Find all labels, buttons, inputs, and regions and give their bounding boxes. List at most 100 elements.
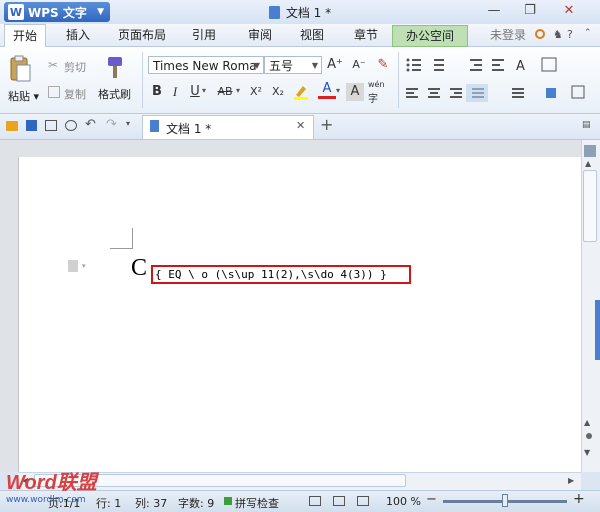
refresh-icon[interactable] xyxy=(535,29,545,39)
menu-tabs: 开始 插入 页面布局 引用 审阅 视图 章节 办公空间 未登录 ♞ ? ⌃ xyxy=(0,24,600,47)
border-button[interactable] xyxy=(570,84,588,102)
field-code[interactable]: { EQ \ o (\s\up 11(2),\s\do 4(3)) } xyxy=(151,265,411,284)
tab-office-space[interactable]: 办公空间 xyxy=(392,25,468,47)
undo-icon[interactable]: ↶ xyxy=(85,117,96,132)
decrease-indent-button[interactable] xyxy=(468,56,486,74)
bullet-list-button[interactable] xyxy=(404,56,424,74)
zoom-out-button[interactable]: − xyxy=(426,492,437,507)
open-folder-icon[interactable] xyxy=(6,121,18,131)
divider xyxy=(142,52,143,108)
italic-button[interactable]: I xyxy=(166,83,184,101)
window-title: 文档 1 * xyxy=(0,4,600,21)
pinyin-char-icon: 字 xyxy=(368,94,378,105)
chevron-down-icon[interactable]: ▾ xyxy=(336,86,340,95)
previous-page-icon[interactable]: ▲ xyxy=(584,418,590,427)
page-view-icon[interactable] xyxy=(309,496,321,506)
outline-view-icon[interactable] xyxy=(333,496,345,506)
zoom-slider-thumb[interactable] xyxy=(502,494,508,507)
numbered-list-button[interactable] xyxy=(432,56,452,74)
close-tab-icon[interactable]: ✕ xyxy=(296,119,305,132)
divider xyxy=(398,52,399,108)
subscript-button[interactable]: X₂ xyxy=(268,83,288,101)
shading-button[interactable] xyxy=(542,84,562,102)
watermark: Word联盟 www.wordlm.com xyxy=(6,466,106,511)
spell-check-icon xyxy=(224,497,232,505)
close-button[interactable]: ✕ xyxy=(560,3,578,19)
copy-icon xyxy=(48,86,60,98)
table-icon[interactable] xyxy=(540,56,558,74)
paste-icon xyxy=(8,55,32,83)
save-icon[interactable] xyxy=(26,120,37,131)
format-painter-icon xyxy=(104,55,126,81)
char-shading-button[interactable]: A xyxy=(346,83,364,101)
tab-chapter[interactable]: 章节 xyxy=(346,24,386,46)
tab-review[interactable]: 审阅 xyxy=(240,24,280,46)
format-painter-button[interactable]: 格式刷 xyxy=(98,86,131,102)
document-text: C xyxy=(131,255,148,281)
clear-format-icon[interactable]: ✎ xyxy=(374,56,392,74)
scissors-icon: ✂ xyxy=(48,58,59,72)
watermark-brand: Word联盟 xyxy=(6,472,97,494)
browse-object-icon[interactable] xyxy=(586,433,592,439)
document-tab-label: 文档 1 * xyxy=(166,122,212,136)
tab-page-layout[interactable]: 页面布局 xyxy=(112,24,172,46)
next-page-icon[interactable]: ▼ xyxy=(584,448,590,457)
title-bar: W WPS 文字 ▼ 文档 1 * — ❐ ✕ xyxy=(0,0,600,24)
copy-button[interactable]: 复制 xyxy=(64,86,86,102)
document-page[interactable] xyxy=(18,157,582,472)
web-view-icon[interactable] xyxy=(357,496,369,506)
paste-button[interactable]: 粘贴 ▾ xyxy=(8,88,39,104)
tab-references[interactable]: 引用 xyxy=(184,24,224,46)
ruler-toggle-icon[interactable] xyxy=(584,145,596,157)
column-number: 列: 37 xyxy=(135,497,168,510)
grow-font-button[interactable]: A⁺ xyxy=(326,56,344,74)
increase-indent-button[interactable] xyxy=(490,56,508,74)
chevron-down-icon[interactable]: ▾ xyxy=(126,119,130,128)
side-panel-tab[interactable] xyxy=(595,300,600,360)
shirt-icon[interactable]: ♞ xyxy=(553,28,563,41)
margin-marker xyxy=(110,228,133,249)
help-icon[interactable]: ? xyxy=(567,28,573,41)
scroll-up-icon[interactable]: ▲ xyxy=(585,159,591,168)
align-center-button[interactable] xyxy=(428,84,446,102)
chevron-down-icon[interactable]: ▾ xyxy=(236,86,240,95)
paragraph-icon[interactable] xyxy=(68,260,78,272)
redo-icon[interactable]: ↷ xyxy=(106,117,117,132)
text-direction-button[interactable] xyxy=(512,56,534,74)
chevron-down-icon: ▼ xyxy=(311,61,318,70)
chevron-down-icon[interactable]: ▾ xyxy=(202,86,206,95)
document-icon xyxy=(268,6,280,19)
zoom-in-button[interactable]: + xyxy=(573,491,585,507)
highlight-icon[interactable] xyxy=(292,83,310,101)
tab-menu-icon[interactable]: ▤ xyxy=(582,120,591,130)
superscript-button[interactable]: X² xyxy=(246,83,266,101)
line-spacing-button[interactable] xyxy=(510,84,534,102)
font-color-button[interactable]: A xyxy=(318,82,336,99)
minimize-button[interactable]: — xyxy=(485,3,503,19)
justify-button[interactable] xyxy=(466,84,488,102)
align-left-button[interactable] xyxy=(406,84,424,102)
pinyin-button[interactable]: wén xyxy=(368,80,385,89)
ribbon-collapse-icon[interactable]: ⌃ xyxy=(584,28,592,38)
tab-home[interactable]: 开始 xyxy=(4,24,46,47)
restore-button[interactable]: ❐ xyxy=(521,3,539,19)
font-size-select[interactable]: 五号 ▼ xyxy=(264,56,322,74)
login-link[interactable]: 未登录 xyxy=(484,24,532,46)
font-name-select[interactable]: Times New Roma ▼ xyxy=(148,56,264,74)
scroll-right-icon[interactable]: ▶ xyxy=(568,476,574,485)
print-preview-icon[interactable] xyxy=(65,120,77,131)
document-icon xyxy=(150,120,159,132)
print-icon[interactable] xyxy=(45,120,57,131)
word-count[interactable]: 字数: 9 xyxy=(178,495,214,511)
cut-button[interactable]: 剪切 xyxy=(64,59,86,75)
shrink-font-button[interactable]: A⁻ xyxy=(350,56,368,74)
scroll-thumb[interactable] xyxy=(583,170,597,242)
new-tab-button[interactable]: + xyxy=(320,115,333,134)
tab-insert[interactable]: 插入 xyxy=(58,24,98,46)
spell-check-button[interactable]: 拼写检查 xyxy=(235,495,279,511)
bold-button[interactable]: B xyxy=(148,83,166,101)
zoom-level[interactable]: 100 % xyxy=(386,495,421,508)
tab-view[interactable]: 视图 xyxy=(292,24,332,46)
chevron-down-icon[interactable]: ▾ xyxy=(82,262,86,270)
strikethrough-button[interactable]: AB xyxy=(214,83,236,101)
